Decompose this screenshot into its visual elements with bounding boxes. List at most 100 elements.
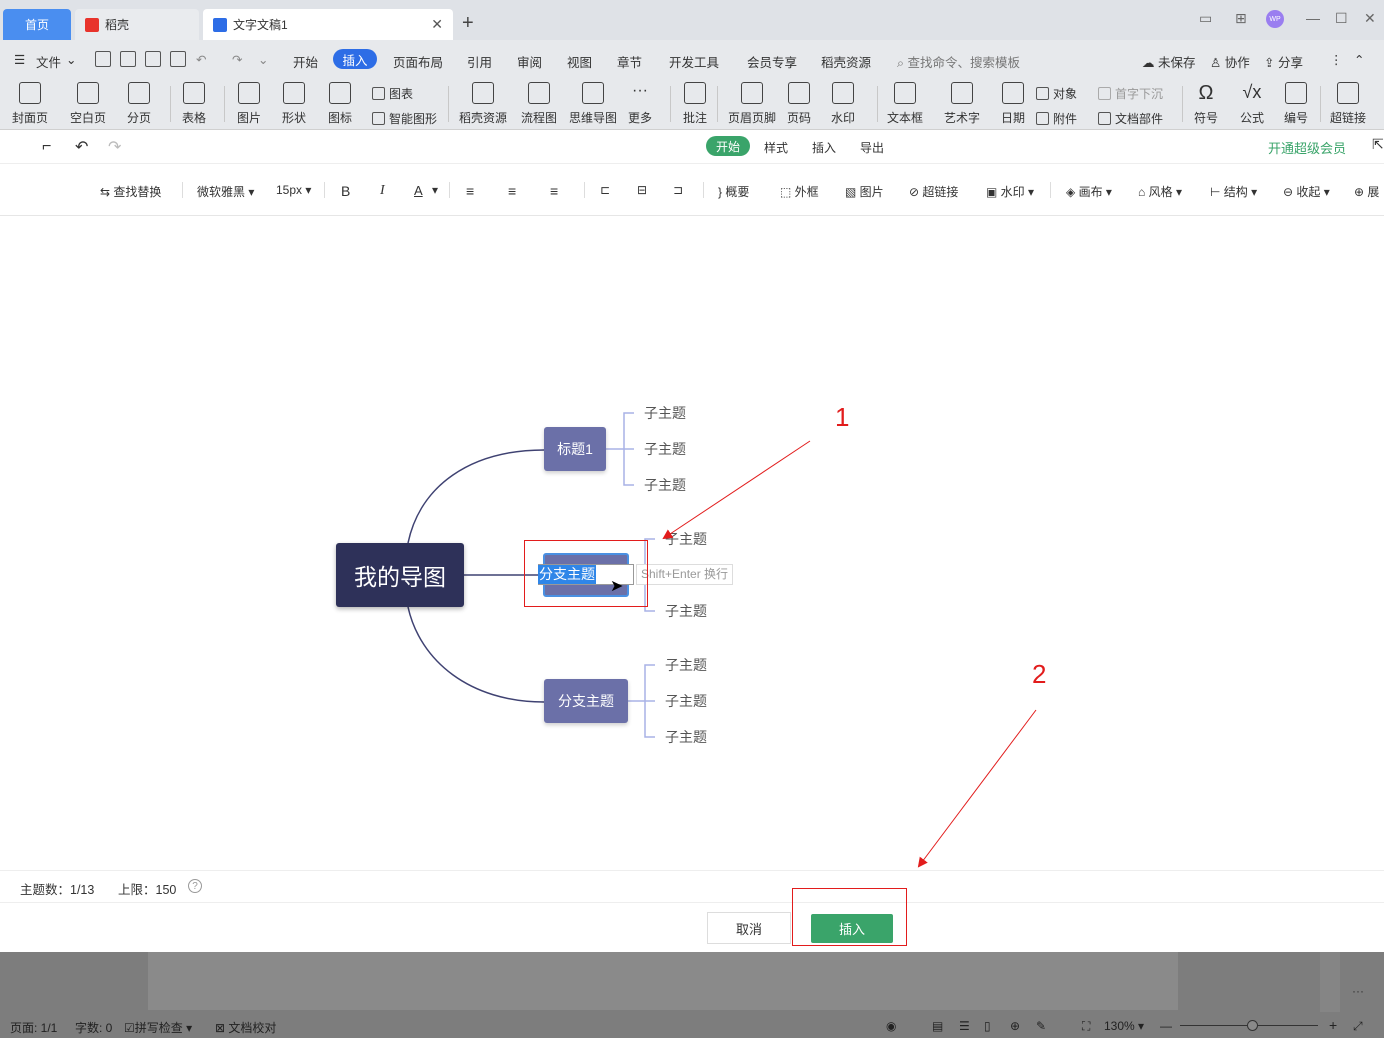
textbox-button[interactable]: 文本框	[887, 82, 923, 126]
fullscreen-icon[interactable]: ⤢	[1353, 1019, 1363, 1034]
menu-view[interactable]: 视图	[567, 52, 592, 71]
page-number-button[interactable]: 页码	[787, 82, 811, 126]
customize-chevron-icon[interactable]: ⌄	[258, 52, 268, 67]
command-search[interactable]: ⌕ 查找命令、搜索模板	[897, 52, 1020, 71]
watermark-button[interactable]: 水印	[831, 82, 855, 126]
menu-review[interactable]: 审阅	[517, 52, 542, 71]
header-footer-button[interactable]: 页眉页脚	[728, 82, 776, 126]
minimize-icon[interactable]: —	[1306, 10, 1320, 26]
subtopic-node[interactable]: 子主题	[644, 475, 686, 495]
align-right-icon[interactable]: ≡	[550, 183, 558, 199]
image-button[interactable]: ▧ 图片	[845, 183, 884, 200]
page-break-button[interactable]: 分页	[127, 82, 151, 126]
menu-reference[interactable]: 引用	[467, 52, 492, 71]
branch-node-branch2[interactable]: 分支主题	[544, 679, 628, 723]
insert-sibling-icon[interactable]: ⊟	[637, 183, 647, 197]
blank-page-button[interactable]: 空白页	[70, 82, 106, 126]
icon-button[interactable]: 图标	[328, 82, 352, 126]
wordart-button[interactable]: 艺术字	[944, 82, 980, 126]
cover-page-button[interactable]: 封面页	[12, 82, 48, 126]
chevron-down-icon[interactable]: ▾	[432, 183, 438, 197]
watermark-button[interactable]: ▣ 水印 ▾	[986, 183, 1034, 200]
print-icon[interactable]	[145, 51, 161, 67]
menu-file[interactable]: 文件	[36, 52, 61, 71]
formula-button[interactable]: √x 公式	[1240, 82, 1264, 126]
dialog-tab-insert[interactable]: 插入	[812, 139, 836, 156]
subtopic-node[interactable]: 子主题	[665, 529, 707, 549]
reading-mode-icon[interactable]: ▭	[1199, 10, 1212, 27]
mindmap-button[interactable]: 思维导图	[569, 82, 617, 126]
page-view-icon[interactable]: ▤	[932, 1019, 943, 1033]
date-button[interactable]: 日期	[1001, 82, 1025, 126]
hyperlink-button[interactable]: 超链接	[1330, 82, 1366, 126]
find-replace-button[interactable]: ⇆ 查找替换	[100, 183, 161, 200]
table-button[interactable]: 表格	[182, 82, 206, 126]
bold-button[interactable]: B	[341, 183, 350, 199]
eye-protection-icon[interactable]: ◉	[886, 1019, 896, 1033]
italic-button[interactable]: I	[380, 183, 385, 199]
maximize-icon[interactable]: ☐	[1335, 10, 1348, 27]
avatar[interactable]: WP	[1266, 10, 1284, 28]
redo-icon[interactable]: ↷	[108, 137, 121, 157]
undo-icon[interactable]: ↶	[196, 52, 206, 67]
tab-document[interactable]: 文字文稿1 ✕	[203, 9, 453, 40]
daoke-resources-button[interactable]: 稻壳资源	[459, 82, 507, 126]
expand-icon[interactable]: ⇱	[1372, 136, 1384, 153]
vertical-scrollbar[interactable]	[1320, 952, 1340, 1012]
insert-button[interactable]: 插入	[811, 914, 893, 943]
more-dots-icon[interactable]: ···	[1352, 984, 1364, 998]
object-button[interactable]: 对象	[1036, 85, 1077, 102]
page-indicator[interactable]: 页面: 1/1	[10, 1019, 57, 1036]
doc-proofread-button[interactable]: ⊠ 文档校对	[215, 1019, 276, 1036]
more-button[interactable]: ··· 更多	[628, 82, 652, 126]
zoom-level[interactable]: 130% ▾	[1104, 1019, 1144, 1033]
share-button[interactable]: ⇪ 分享	[1264, 52, 1303, 71]
dialog-tab-export[interactable]: 导出	[860, 139, 884, 156]
menu-chapter[interactable]: 章节	[617, 52, 642, 71]
collapse-ribbon-icon[interactable]: ⌃	[1354, 52, 1364, 67]
vip-upgrade-link[interactable]: 开通超级会员	[1268, 138, 1346, 157]
dialog-tab-start[interactable]: 开始	[706, 136, 750, 156]
new-tab-icon[interactable]: +	[462, 12, 474, 35]
attachment-button[interactable]: 附件	[1036, 110, 1077, 127]
menu-daoke-resources[interactable]: 稻壳资源	[821, 52, 871, 71]
subtopic-node[interactable]: 子主题	[665, 601, 707, 621]
redo-icon[interactable]: ↷	[232, 52, 242, 67]
align-center-icon[interactable]: ≡	[508, 183, 516, 199]
undo-icon[interactable]: ↶	[75, 137, 88, 157]
outline-view-icon[interactable]: ☰	[959, 1019, 970, 1033]
structure-button[interactable]: ⊢ 结构 ▾	[1210, 183, 1257, 200]
chevron-down-icon[interactable]: ⌄	[66, 52, 76, 67]
apps-grid-icon[interactable]: ⊞	[1235, 10, 1247, 27]
font-family-select[interactable]: 微软雅黑 ▾	[197, 183, 254, 200]
flowchart-button[interactable]: 流程图	[521, 82, 557, 126]
zoom-in-icon[interactable]: +	[1329, 1017, 1337, 1033]
subtopic-node[interactable]: 子主题	[665, 691, 707, 711]
menu-page-layout[interactable]: 页面布局	[393, 52, 443, 71]
subtopic-node[interactable]: 子主题	[665, 727, 707, 747]
collab-button[interactable]: ♙ 协作	[1210, 52, 1250, 71]
subtopic-node[interactable]: 子主题	[644, 403, 686, 423]
word-count[interactable]: 字数: 0	[75, 1019, 112, 1036]
print-preview-icon[interactable]	[170, 51, 186, 67]
canvas-button[interactable]: ◈ 画布 ▾	[1066, 183, 1112, 200]
outline-border-button[interactable]: ⬚ 外框	[780, 183, 819, 200]
numbering-button[interactable]: 编号	[1284, 82, 1308, 126]
picture-button[interactable]: 图片	[237, 82, 261, 126]
zoom-slider-handle[interactable]	[1247, 1020, 1258, 1031]
unsaved-status[interactable]: ☁ 未保存	[1142, 52, 1196, 71]
menu-start[interactable]: 开始	[293, 52, 318, 71]
shape-button[interactable]: 形状	[282, 82, 306, 126]
cancel-button[interactable]: 取消	[707, 912, 791, 944]
hyperlink-button[interactable]: ⊘ 超链接	[909, 183, 958, 200]
style-button[interactable]: ⌂ 风格 ▾	[1138, 183, 1182, 200]
save-icon[interactable]	[95, 51, 111, 67]
summary-button[interactable]: } 概要	[718, 183, 749, 200]
font-size-select[interactable]: 15px ▾	[276, 183, 311, 197]
export-pdf-icon[interactable]	[120, 51, 136, 67]
dialog-tab-style[interactable]: 样式	[764, 139, 788, 156]
collapse-button[interactable]: ⊖ 收起 ▾	[1283, 183, 1330, 200]
subtopic-node[interactable]: 子主题	[644, 439, 686, 459]
menu-insert[interactable]: 插入	[333, 49, 377, 69]
menu-member[interactable]: 会员专享	[747, 52, 797, 71]
